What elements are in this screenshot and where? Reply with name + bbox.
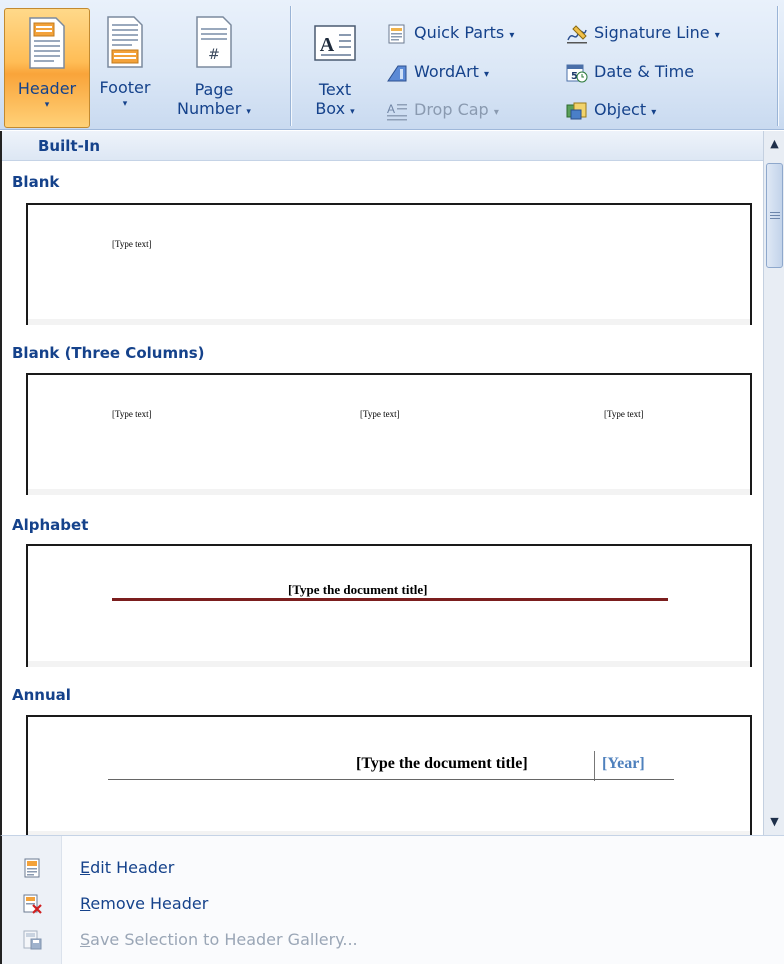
chevron-down-icon: ▾ — [651, 107, 657, 118]
footer-icon — [107, 16, 143, 68]
year-placeholder: [Year] — [602, 755, 645, 772]
svg-text:#: # — [208, 47, 220, 63]
date-time-label: Date & Time — [594, 62, 695, 81]
save-selection-to-header-gallery-menu-item[interactable]: Save Selection to Header Gallery... — [2, 924, 784, 956]
quick-parts-label: Quick Parts — [414, 23, 505, 42]
section-title-alphabet: Alphabet — [12, 516, 89, 534]
remove-header-label: emove Header — [90, 894, 209, 913]
svg-text:A: A — [387, 102, 395, 116]
remove-header-accelerator: R — [80, 894, 91, 913]
calendar-clock-icon: 5 — [566, 64, 588, 82]
placeholder-text: [Type text] — [112, 409, 152, 419]
text-box-button[interactable]: A Text Box ▾ — [300, 8, 370, 128]
annual-divider — [594, 751, 595, 781]
drop-cap-icon: A — [387, 102, 407, 120]
remove-header-icon — [23, 894, 42, 914]
signature-line-icon — [567, 24, 587, 43]
text-box-label-line2: Box — [315, 99, 346, 118]
footer-label: Footer — [99, 78, 151, 97]
date-time-button[interactable]: 5 Date & Time — [566, 59, 694, 85]
object-icon — [566, 102, 587, 119]
chevron-down-icon: ▾ — [714, 30, 720, 41]
chevron-down-icon: ▾ — [509, 30, 515, 41]
annual-rule — [108, 779, 674, 780]
header-option-alphabet[interactable]: [Type the document title] — [26, 544, 752, 667]
header-option-blank[interactable]: [Type text] — [26, 203, 752, 325]
header-label: Header — [17, 79, 77, 98]
scroll-down-arrow-icon[interactable]: ▼ — [764, 813, 784, 831]
remove-header-menu-item[interactable]: Remove Header — [2, 888, 784, 920]
svg-text:A: A — [320, 34, 335, 56]
save-selection-label: ave Selection to Header Gallery... — [90, 930, 358, 949]
edit-header-label: dit Header — [90, 858, 175, 877]
gallery-category-header: Built-In — [2, 131, 763, 161]
header-button[interactable]: Header ▾ — [4, 8, 90, 128]
section-title-blank-three-columns: Blank (Three Columns) — [12, 344, 205, 362]
wordart-label: WordArt — [414, 62, 479, 81]
wordart-icon — [387, 65, 407, 81]
drop-cap-label: Drop Cap — [414, 100, 489, 119]
chevron-down-icon: ▾ — [122, 99, 128, 109]
quick-parts-button[interactable]: Quick Parts ▾ — [386, 20, 514, 46]
section-title-annual: Annual — [12, 686, 71, 704]
object-label: Object — [594, 100, 647, 119]
text-box-label-line1: Text — [318, 80, 352, 99]
document-title-placeholder: [Type the document title] — [288, 582, 428, 597]
chevron-down-icon: ▾ — [44, 100, 50, 110]
alphabet-rule — [112, 598, 668, 601]
document-title-placeholder: [Type the document title] — [356, 755, 528, 772]
placeholder-text: [Type text] — [604, 409, 644, 419]
page-number-button[interactable]: # Page Number ▾ — [164, 8, 264, 128]
placeholder-text: [Type text] — [112, 239, 152, 249]
text-box-icon: A — [314, 25, 356, 61]
group-separator — [777, 6, 778, 126]
scrollbar-thumb[interactable] — [766, 163, 783, 268]
edit-header-accelerator: E — [80, 858, 91, 877]
scroll-up-arrow-icon[interactable]: ▲ — [764, 135, 784, 153]
save-selection-icon — [23, 930, 42, 950]
chevron-down-icon: ▾ — [350, 107, 355, 117]
object-button[interactable]: Object ▾ — [566, 97, 656, 123]
edit-header-icon — [24, 858, 40, 878]
header-menu: Edit Header Remove Header Save Selection… — [0, 835, 784, 964]
gallery-scrollbar[interactable]: ▲ ▼ — [763, 131, 784, 835]
page-number-icon: # — [196, 16, 232, 68]
quick-parts-icon — [388, 24, 405, 43]
signature-line-button[interactable]: Signature Line ▾ — [566, 20, 720, 46]
chevron-down-icon: ▾ — [246, 107, 251, 117]
wordart-button[interactable]: WordArt ▾ — [386, 59, 489, 85]
insert-ribbon: Header ▾ Footer ▾ # Page Number ▾ A Text… — [0, 0, 784, 130]
page-number-label-line2: Number — [177, 99, 242, 118]
edit-header-menu-item[interactable]: Edit Header — [2, 852, 784, 884]
page-number-label-line1: Page — [194, 80, 234, 99]
placeholder-text: [Type text] — [360, 409, 400, 419]
save-selection-accelerator: S — [80, 930, 91, 949]
header-option-blank-three-columns[interactable]: [Type text] [Type text] [Type text] — [26, 373, 752, 495]
signature-line-label: Signature Line — [594, 23, 710, 42]
section-title-blank: Blank — [12, 173, 60, 191]
header-gallery: Built-In Blank [Type text] Blank (Three … — [0, 131, 763, 835]
chevron-down-icon: ▾ — [493, 107, 499, 118]
header-option-annual[interactable]: [Type the document title] [Year] — [26, 715, 752, 835]
footer-button[interactable]: Footer ▾ — [92, 8, 158, 128]
drop-cap-button[interactable]: A Drop Cap ▾ — [386, 97, 499, 123]
chevron-down-icon: ▾ — [484, 69, 490, 80]
header-icon — [29, 17, 65, 69]
group-separator — [290, 6, 291, 126]
